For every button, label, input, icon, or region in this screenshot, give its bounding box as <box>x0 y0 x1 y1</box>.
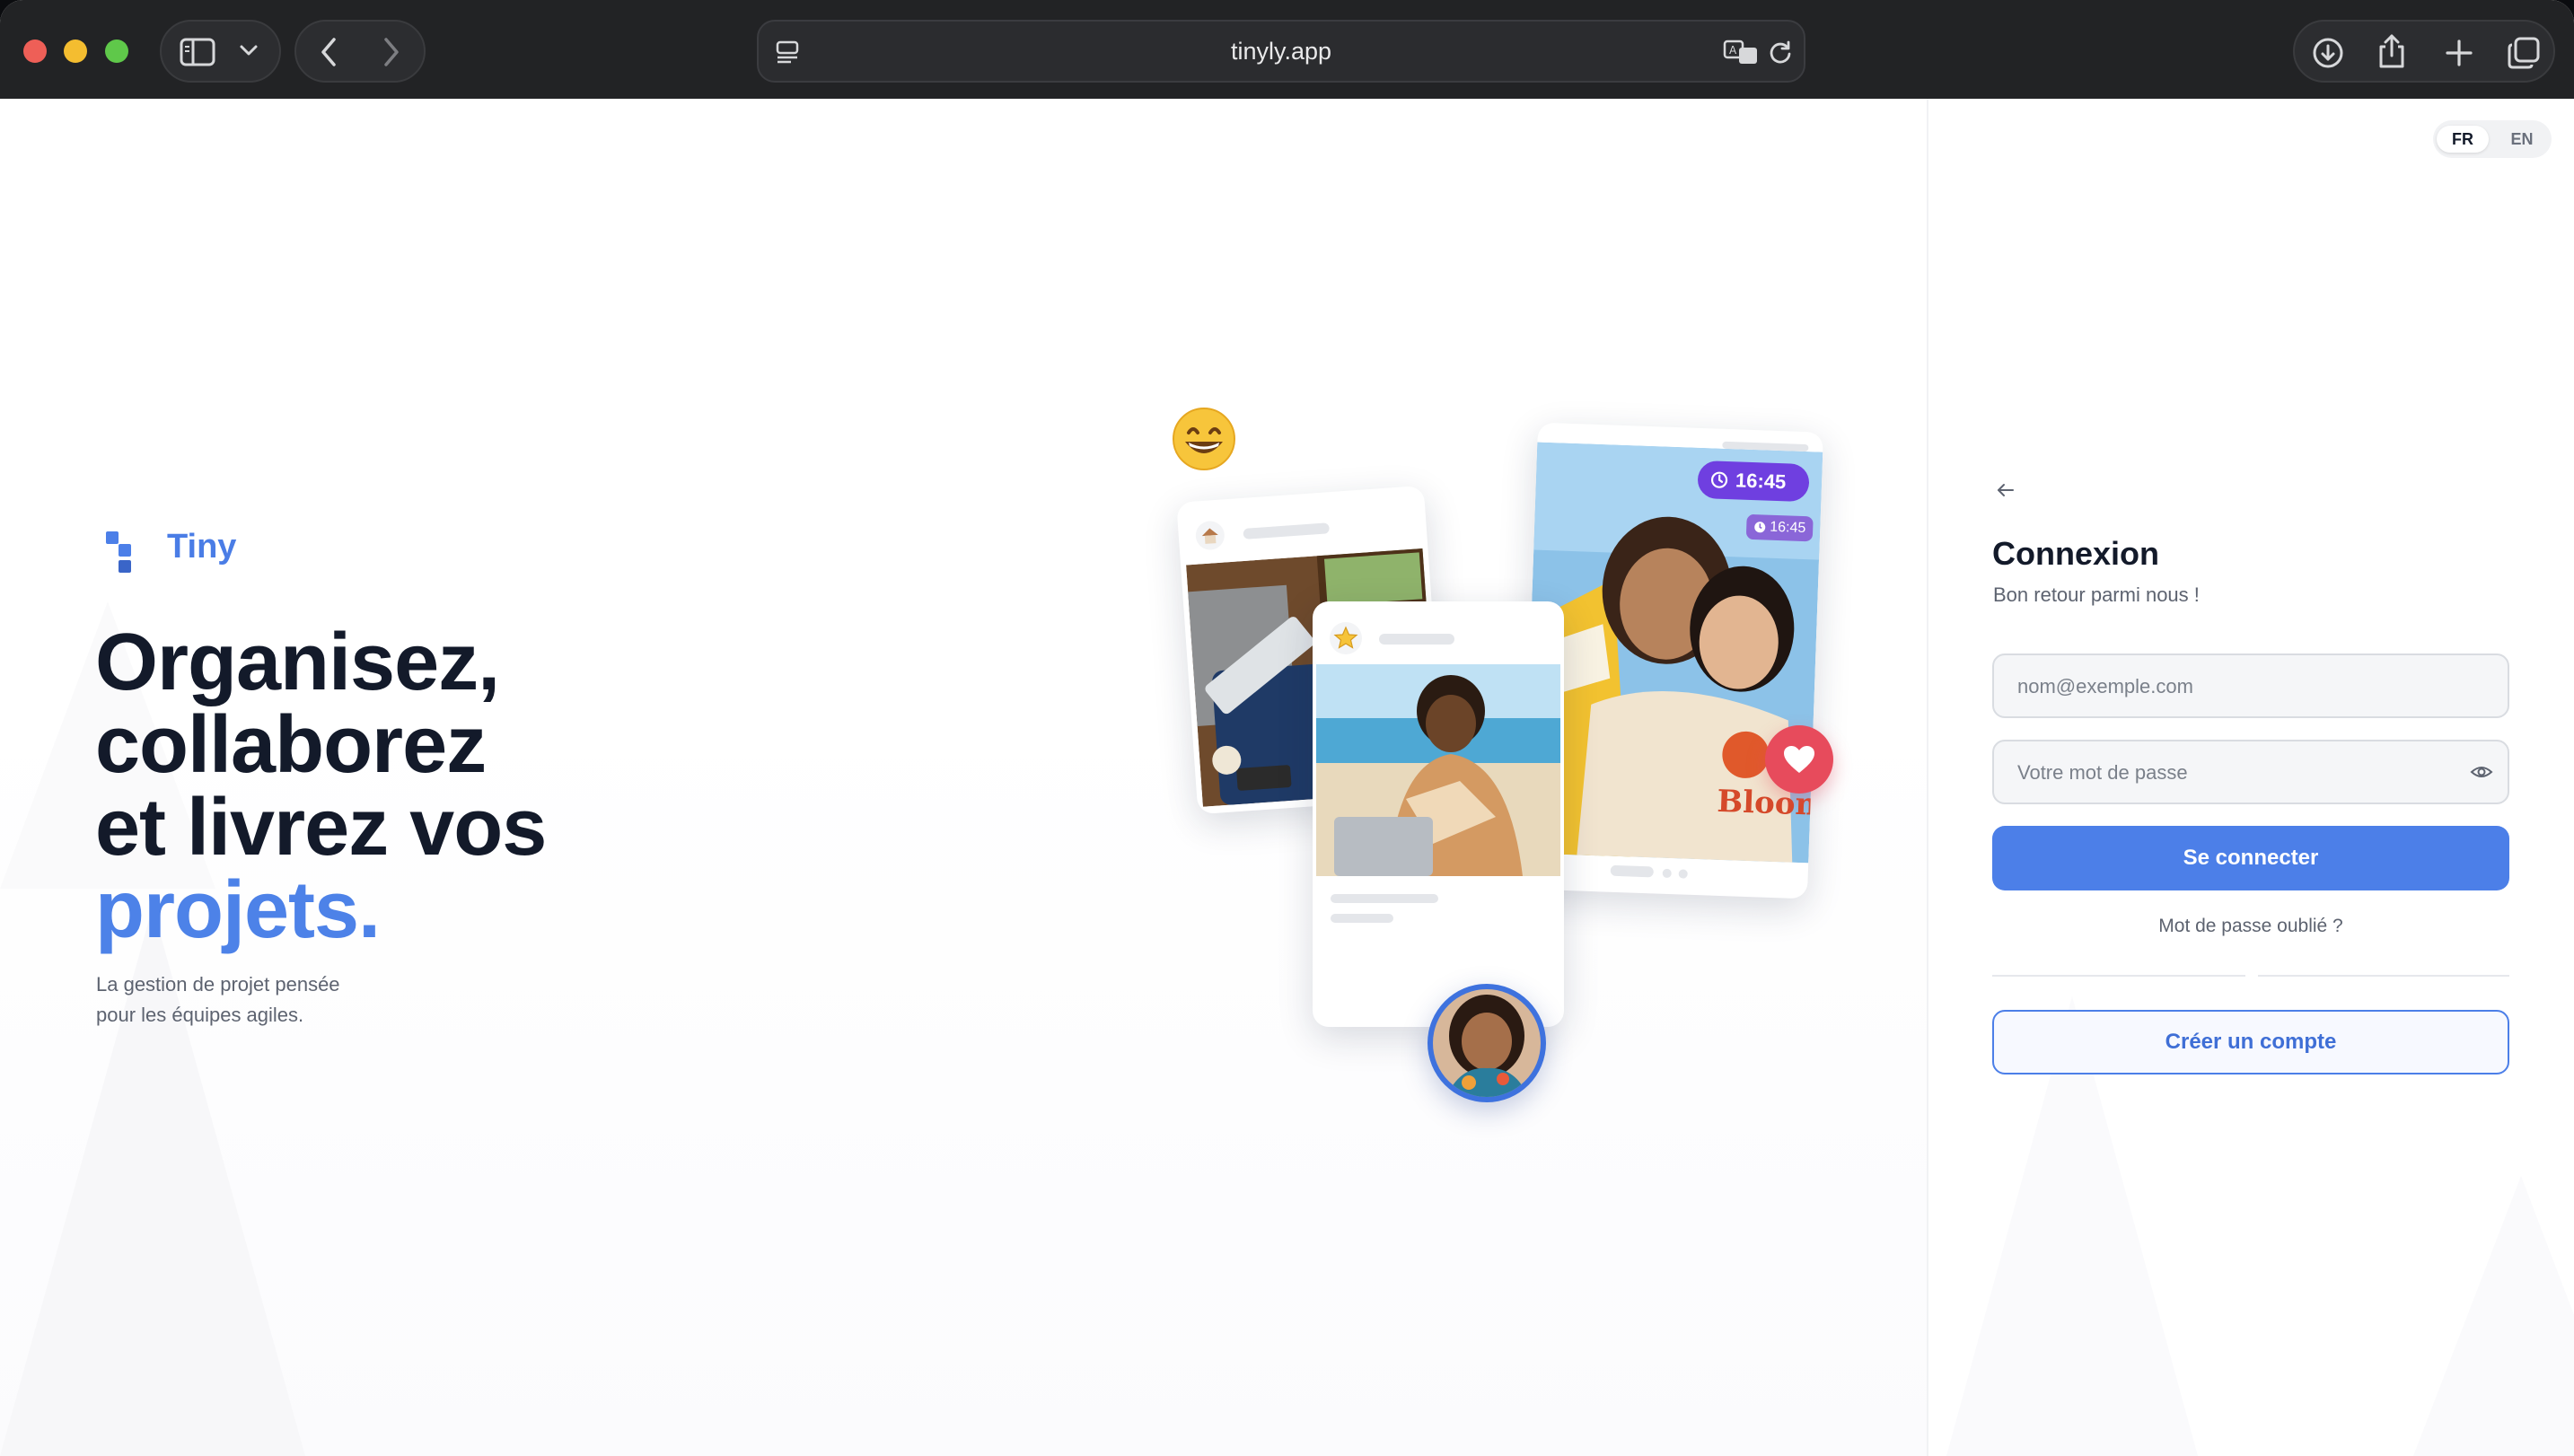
login-submit-button[interactable]: Se connecter <box>1992 826 2509 890</box>
headline-accent: projets. <box>95 865 381 955</box>
photo-card-friends: Bloom 16:45 16:45 <box>1522 422 1823 899</box>
email-field[interactable] <box>1992 653 2509 718</box>
avatar-photo <box>1433 989 1541 1097</box>
language-switch: FR EN <box>2433 120 2552 158</box>
login-subtitle: Bon retour parmi nous ! <box>1993 583 2200 606</box>
forward-arrow-icon[interactable] <box>381 36 402 68</box>
show-password-eye-icon[interactable] <box>2470 763 2493 781</box>
background-triangles <box>1946 996 2574 1456</box>
history-nav-group <box>294 20 426 83</box>
time-badge-small: 16:45 <box>1745 513 1814 542</box>
friends-photo: Bloom <box>1523 442 1823 864</box>
placeholder-bar <box>1331 914 1393 923</box>
placeholder-bar <box>1331 894 1438 903</box>
photo-card-beach <box>1313 601 1564 1027</box>
headline-line-2: collaborez <box>95 700 487 790</box>
headline-line-3: et livrez vos <box>95 783 547 873</box>
browser-window: tinyly.app A Tiny Organisez, collaborez … <box>0 0 2574 1456</box>
forgot-password-link[interactable]: Mot de passe oublié ? <box>1992 916 2509 937</box>
email-input[interactable] <box>2016 655 2468 718</box>
minimize-window-button[interactable] <box>64 39 87 63</box>
page-indicator-dot <box>1610 864 1654 878</box>
hero-subline: La gestion de projet pensée pour les équ… <box>96 969 340 1031</box>
house-icon <box>1195 521 1225 550</box>
headline-line-1: Organisez, <box>95 618 500 707</box>
sidebar-toggle-group <box>160 20 281 83</box>
password-input[interactable] <box>2016 741 2468 804</box>
share-icon[interactable] <box>2376 32 2408 70</box>
zoom-window-button[interactable] <box>105 39 128 63</box>
lang-option-en[interactable]: EN <box>2496 126 2548 153</box>
translate-icon[interactable]: A <box>1723 39 1761 66</box>
placeholder-bar <box>1379 634 1454 645</box>
like-bubble <box>1765 725 1833 794</box>
placeholder-bar <box>1243 522 1330 539</box>
url-text: tinyly.app <box>1230 38 1332 65</box>
time-badge: 16:45 <box>1697 460 1810 503</box>
svg-text:A: A <box>1729 44 1737 57</box>
chevron-down-icon[interactable] <box>239 43 259 57</box>
beach-photo <box>1316 664 1560 876</box>
lang-option-fr[interactable]: FR <box>2437 126 2489 153</box>
star-icon <box>1330 622 1362 654</box>
tiny-logo-icon <box>106 531 131 573</box>
close-window-button[interactable] <box>23 39 47 63</box>
heart-icon <box>1784 746 1814 773</box>
toolbar-actions-group <box>2293 20 2555 83</box>
page-indicator-dot <box>1662 868 1672 879</box>
login-title: Connexion <box>1992 535 2159 572</box>
address-bar[interactable]: tinyly.app A <box>757 20 1805 83</box>
password-field[interactable] <box>1992 740 2509 804</box>
clock-icon <box>1710 471 1728 488</box>
page-content: Tiny Organisez, collaborez et livrez vos… <box>0 99 2574 1456</box>
time-badge-small-text: 16:45 <box>1769 519 1806 537</box>
create-account-button[interactable]: Créer un compte <box>1992 1010 2509 1074</box>
time-badge-text: 16:45 <box>1735 469 1787 494</box>
divider-right <box>2258 975 2509 977</box>
brand-name: Tiny <box>167 528 237 566</box>
subline-line-2: pour les équipes agiles. <box>96 1004 304 1026</box>
tab-overview-icon[interactable] <box>2507 36 2541 70</box>
divider-left <box>1992 975 2245 977</box>
download-icon[interactable] <box>2311 36 2345 70</box>
back-arrow-icon[interactable] <box>318 36 339 68</box>
hero-headline: Organisez, collaborez et livrez vos proj… <box>95 618 547 955</box>
subline-line-1: La gestion de projet pensée <box>96 973 340 996</box>
clock-icon <box>1754 522 1766 533</box>
avatar <box>1428 984 1546 1102</box>
page-indicator-dot <box>1678 869 1688 879</box>
reload-icon[interactable] <box>1768 39 1793 65</box>
new-tab-icon[interactable] <box>2444 38 2474 68</box>
hero-panel: Tiny Organisez, collaborez et livrez vos… <box>0 99 1927 1456</box>
sidebar-icon[interactable] <box>180 38 215 66</box>
back-arrow-icon[interactable] <box>1995 481 2016 499</box>
grinning-emoji-icon <box>1173 408 1235 470</box>
browser-toolbar: tinyly.app A <box>0 0 2574 99</box>
